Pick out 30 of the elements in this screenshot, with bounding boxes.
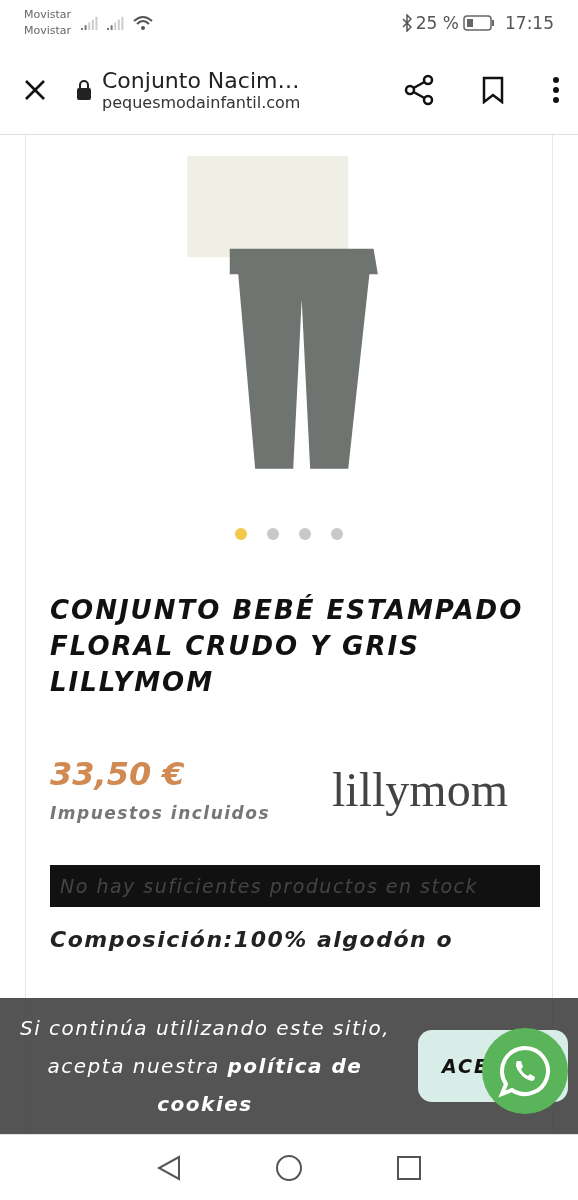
carousel-dot[interactable]	[331, 528, 343, 540]
chat-bubble-icon	[498, 1044, 552, 1098]
recent-apps-icon[interactable]	[397, 1155, 421, 1180]
back-icon[interactable]	[157, 1154, 181, 1181]
product-price: 33,50 €	[50, 755, 186, 793]
lock-icon	[76, 78, 92, 101]
clock-time: 17:15	[505, 12, 554, 33]
share-icon[interactable]	[404, 73, 434, 106]
carrier-name: Movistar	[24, 22, 72, 39]
composition-text: Composición:100% algodón o	[50, 927, 454, 952]
cookie-message: Si continúa utilizando este sitio, acepta nuestra política de cookies	[19, 1015, 391, 1118]
page-title: Conjunto Nacim…	[102, 67, 301, 93]
bluetooth-icon	[401, 13, 412, 32]
carousel-dot[interactable]	[299, 528, 311, 540]
close-icon[interactable]	[24, 78, 46, 101]
wifi-icon	[133, 14, 154, 31]
tax-note: Impuestos incluidos	[50, 803, 271, 823]
page-url: pequesmodainfantil.com	[102, 92, 301, 112]
battery-icon	[463, 14, 495, 31]
more-icon[interactable]	[552, 76, 560, 103]
product-title: CONJUNTO BEBÉ ESTAMPADO FLORAL CRUDO Y GRIS LILLYMOM	[50, 593, 525, 699]
signal-icon	[81, 15, 100, 30]
carrier-name: Movistar	[24, 6, 72, 23]
carousel-dot[interactable]	[235, 528, 247, 540]
bookmark-icon[interactable]	[482, 75, 504, 104]
carousel-dot[interactable]	[267, 528, 279, 540]
signal-icon	[107, 15, 126, 30]
home-icon[interactable]	[275, 1153, 303, 1182]
brand-logo: lillymom	[332, 761, 508, 817]
battery-percent: 25 %	[415, 12, 459, 33]
